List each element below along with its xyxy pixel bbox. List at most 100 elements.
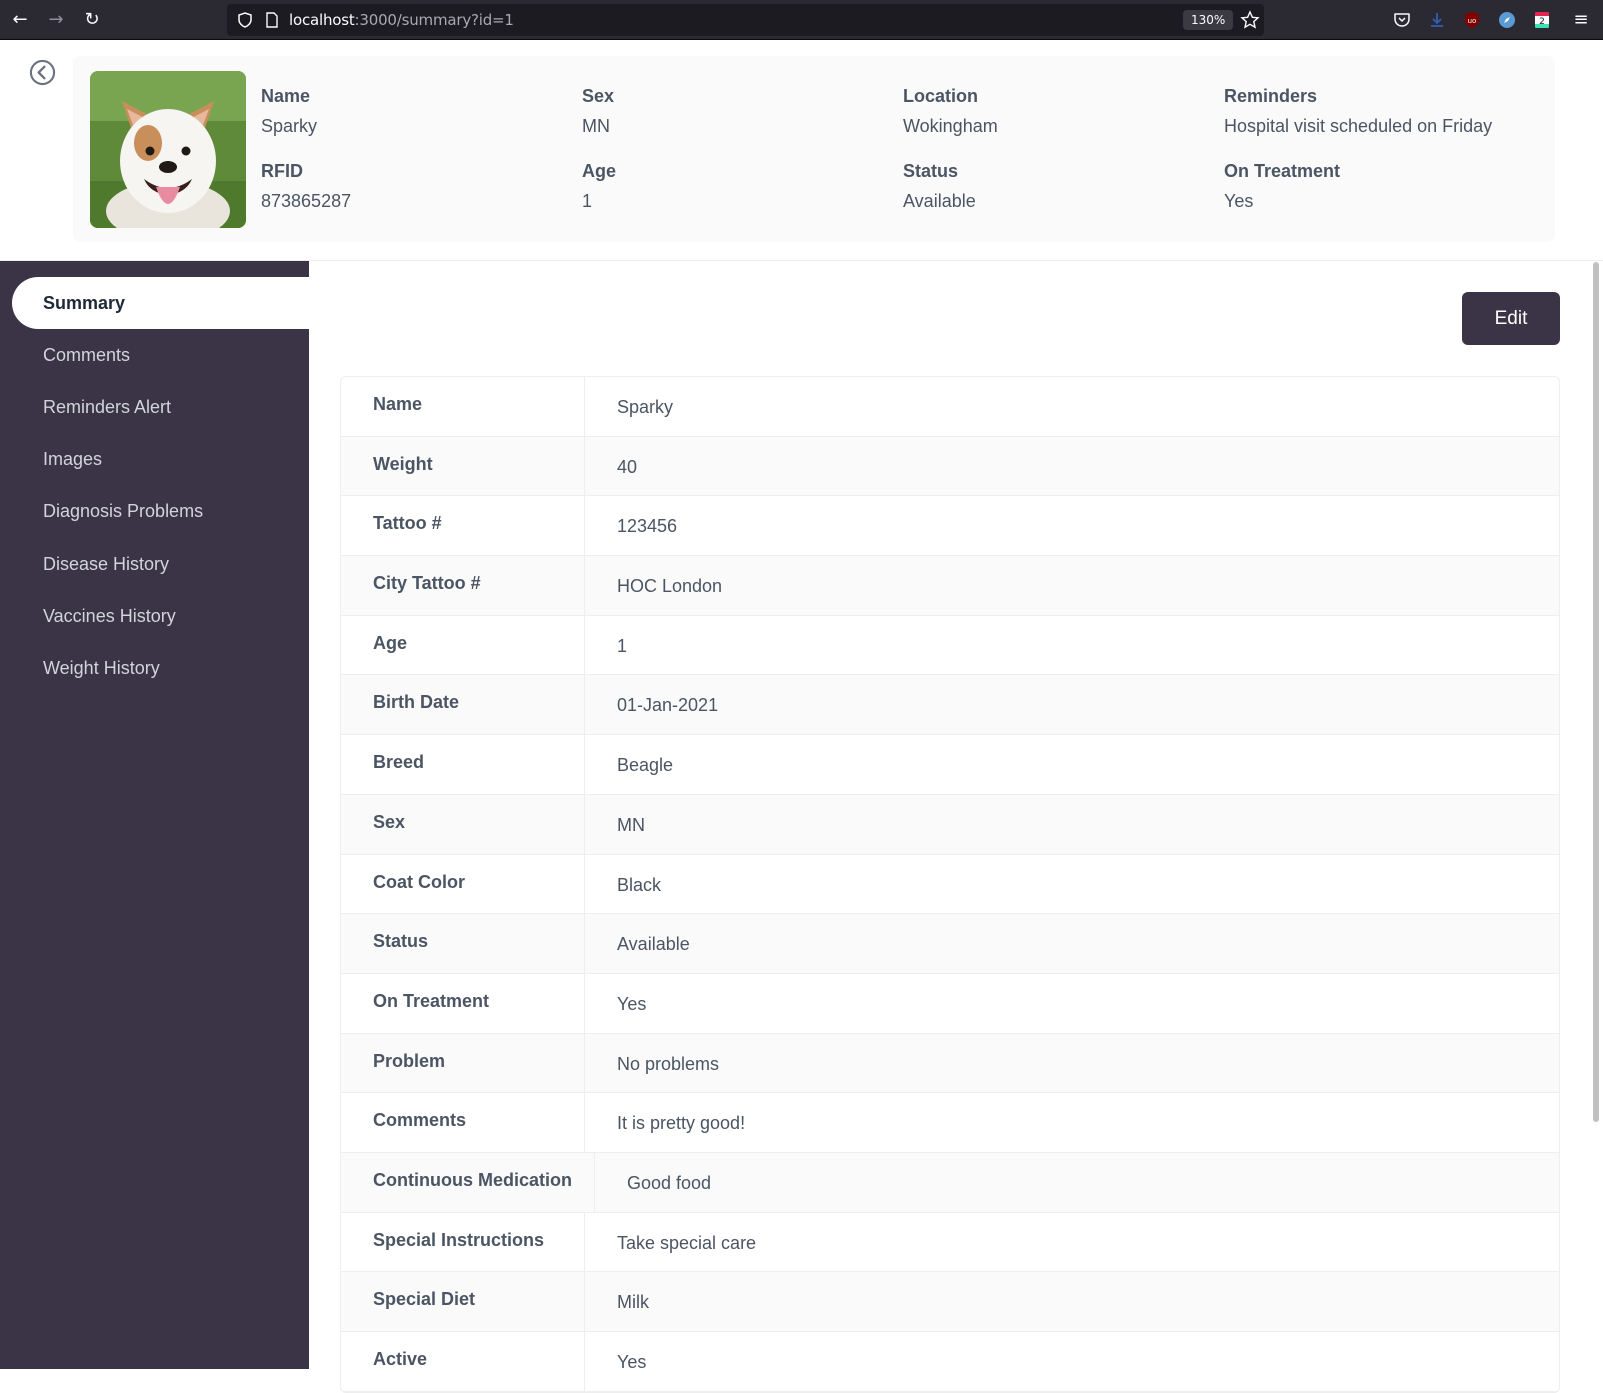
row-value: Sparky — [617, 397, 674, 417]
row-value: Available — [617, 934, 690, 955]
header-field-reminders: Reminders Hospital visit scheduled on Fr… — [1224, 85, 1492, 137]
row-value: Good food — [627, 1172, 712, 1193]
header-field-value: Wokingham — [903, 116, 998, 136]
column-divider — [584, 436, 585, 496]
table-row: Sex MN — [341, 794, 1559, 855]
row-value: Yes — [617, 1352, 647, 1372]
table-row: City Tattoo # HOC London — [341, 556, 1559, 616]
table-row: Breed Beagle — [341, 735, 1559, 795]
row-key: Special Diet — [373, 1289, 476, 1310]
header-field-sex: Sex MN — [582, 85, 614, 137]
multi-account-icon[interactable]: 2 — [1532, 10, 1552, 30]
row-key: Continuous Medication — [373, 1169, 572, 1190]
url-text[interactable]: localhost:3000/summary?id=1 — [289, 11, 514, 29]
address-bar[interactable]: localhost:3000/summary?id=1 130% — [227, 4, 1264, 36]
sidebar-item-vaccines-history[interactable]: Vaccines History — [12, 590, 309, 642]
column-divider — [584, 735, 585, 794]
table-row: Active Yes — [341, 1332, 1559, 1392]
table-row: On Treatment Yes — [341, 973, 1559, 1034]
header-field-status: Status Available — [903, 160, 976, 212]
header-field-label: RFID — [261, 161, 303, 181]
table-row: Comments It is pretty good! — [341, 1093, 1559, 1153]
pet-photo — [90, 71, 246, 228]
row-key: Age — [373, 632, 408, 653]
table-row: Special Diet Milk — [341, 1272, 1559, 1332]
header-field-value: Available — [903, 191, 976, 211]
url-path: :3000/summary?id=1 — [354, 11, 514, 29]
column-divider — [584, 1272, 585, 1331]
menu-icon[interactable]: ≡ — [1570, 9, 1592, 31]
column-divider — [584, 973, 585, 1033]
forward-arrow-icon[interactable]: → — [45, 9, 67, 31]
row-key: City Tattoo # — [373, 573, 481, 594]
table-row: Name Sparky — [341, 377, 1559, 437]
table-row: Continuous Medication Good food — [341, 1152, 1559, 1213]
sidebar-item-comments[interactable]: Comments — [12, 329, 309, 381]
download-icon[interactable] — [1427, 10, 1447, 30]
table-row: Problem No problems — [341, 1033, 1559, 1094]
zoom-badge[interactable]: 130% — [1183, 10, 1234, 30]
row-value: Black — [617, 874, 662, 895]
column-divider — [584, 615, 585, 675]
svg-text:2: 2 — [1539, 17, 1545, 27]
header-field-value: Sparky — [261, 116, 318, 136]
header-field-age: Age 1 — [582, 160, 616, 212]
pocket-icon[interactable] — [1392, 10, 1412, 30]
column-divider — [584, 377, 585, 436]
row-key: Name — [373, 394, 423, 414]
row-key: Problem — [373, 1050, 446, 1071]
header-field-label: Sex — [582, 86, 615, 106]
column-divider — [584, 1212, 585, 1272]
row-key: Special Instructions — [373, 1229, 545, 1250]
column-divider — [584, 854, 585, 914]
header-field-location: Location Wokingham — [903, 85, 998, 137]
sidebar-item-images[interactable]: Images — [12, 433, 309, 485]
column-divider — [584, 1033, 585, 1093]
sidebar-item-weight-history[interactable]: Weight History — [12, 642, 309, 694]
table-row: Special Instructions Take special care — [341, 1212, 1559, 1273]
sidebar-item-reminders-alert[interactable]: Reminders Alert — [12, 381, 309, 433]
back-circle-icon[interactable] — [29, 59, 56, 86]
row-value: No problems — [617, 1053, 720, 1074]
header-field-label: Age — [582, 161, 617, 181]
ublock-icon[interactable]: uo — [1462, 10, 1482, 30]
row-value: HOC London — [617, 576, 723, 597]
back-arrow-icon[interactable]: ← — [9, 9, 31, 31]
row-value: 123456 — [617, 516, 678, 537]
table-row: Status Available — [341, 914, 1559, 974]
column-divider — [584, 794, 585, 854]
header-field-value: 1 — [582, 191, 593, 211]
row-key: Birth Date — [373, 692, 460, 713]
sidebar: Summary Comments Reminders Alert Images … — [0, 261, 309, 1369]
row-key: Status — [373, 931, 429, 952]
sidebar-item-summary[interactable]: Summary — [12, 277, 309, 329]
row-key: Comments — [373, 1110, 467, 1131]
column-divider — [584, 496, 585, 556]
row-value: 1 — [617, 635, 628, 656]
row-key: Active — [373, 1349, 428, 1369]
edit-button[interactable]: Edit — [1462, 292, 1560, 345]
page-scrollbar[interactable] — [1593, 262, 1599, 1122]
header-field-label: Status — [903, 161, 959, 181]
header-field-label: Location — [903, 86, 978, 106]
column-divider — [584, 1332, 585, 1391]
svg-text:uo: uo — [1468, 17, 1477, 25]
compass-extension-icon[interactable] — [1497, 10, 1517, 30]
row-key: Coat Color — [373, 871, 465, 892]
row-value: Beagle — [617, 755, 674, 776]
row-key: On Treatment — [373, 990, 490, 1011]
bookmark-star-icon[interactable] — [1240, 10, 1260, 30]
sidebar-item-disease-history[interactable]: Disease History — [12, 538, 309, 590]
reload-icon[interactable]: ↻ — [81, 9, 103, 31]
column-divider — [594, 1152, 595, 1212]
row-value: Milk — [617, 1292, 649, 1313]
header-field-value: 873865287 — [261, 191, 352, 211]
row-key: Weight — [373, 453, 433, 474]
shield-icon[interactable] — [237, 12, 253, 28]
row-key: Tattoo # — [373, 513, 442, 534]
table-row: Coat Color Black — [341, 854, 1559, 915]
row-key: Sex — [373, 811, 406, 832]
sidebar-item-diagnosis-problems[interactable]: Diagnosis Problems — [12, 485, 309, 537]
header-field-value: Hospital visit scheduled on Friday — [1224, 116, 1493, 136]
table-row: Birth Date 01-Jan-2021 — [341, 675, 1559, 736]
